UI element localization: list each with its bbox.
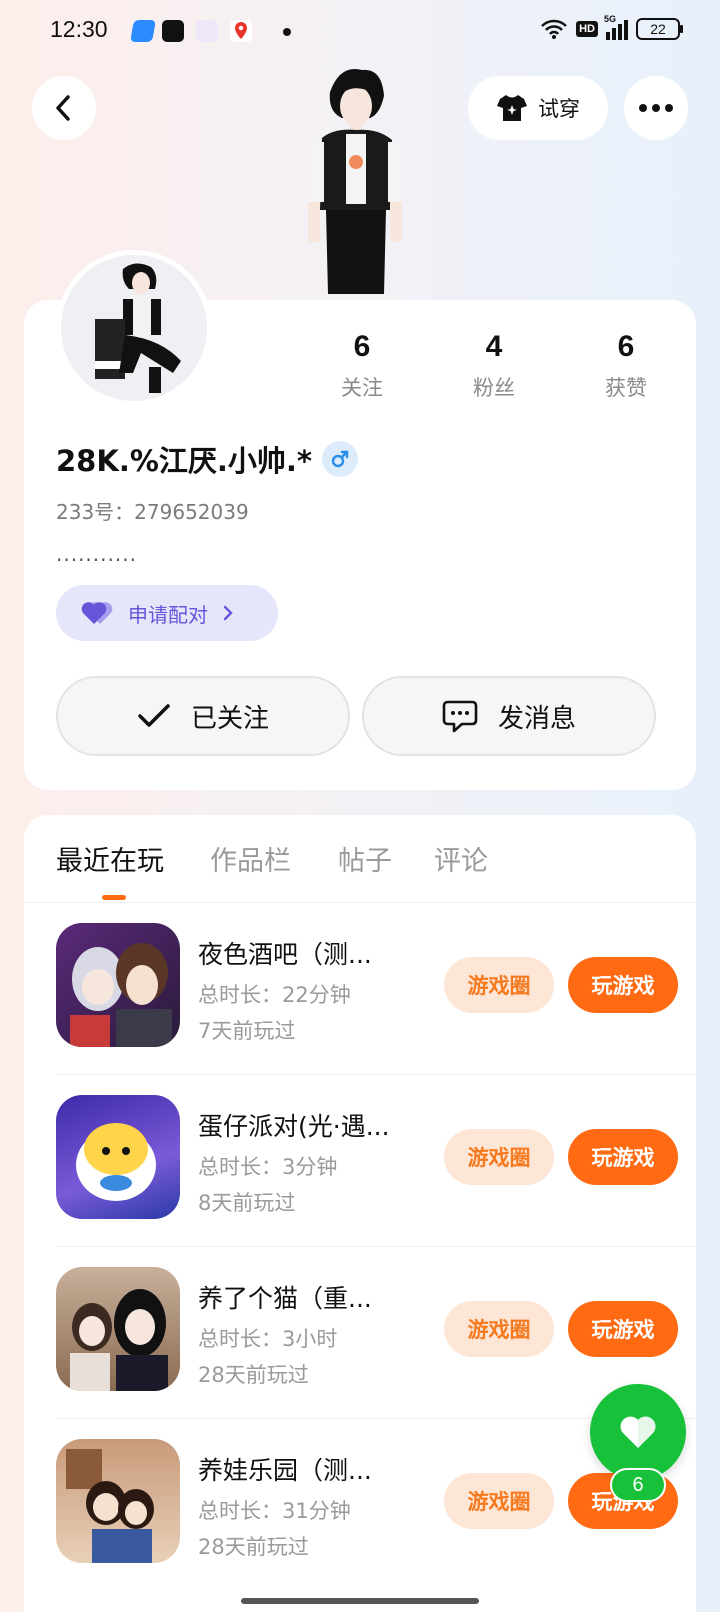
stat-value: 6 <box>353 330 371 363</box>
game-title: 蛋仔派对(光·遇... <box>198 1112 390 1141</box>
game-row[interactable]: 夜色酒吧（测... 总时长：22分钟 7天前玩过 游戏圈 玩游戏 <box>56 903 696 1075</box>
user-bio: ........... <box>56 542 137 566</box>
play-game-button[interactable]: 玩游戏 <box>568 1129 678 1185</box>
status-bar: 12:30 HD 5G 22 <box>0 0 720 64</box>
like-button[interactable] <box>590 1384 686 1480</box>
tab-works[interactable]: 作品栏 <box>210 839 291 878</box>
game-duration: 总时长：22分钟 <box>198 983 351 1007</box>
double-heart-icon <box>81 602 113 624</box>
stat-following[interactable]: 6 关注 <box>302 330 422 402</box>
game-title: 养娃乐园（测... <box>198 1456 372 1485</box>
user-nickname-row: 28K.%江厌.小帅.* <box>56 438 359 480</box>
user-avatar-image <box>61 255 207 401</box>
game-circle-button[interactable]: 游戏圈 <box>444 957 554 1013</box>
stat-value: 4 <box>485 330 503 363</box>
more-dot-icon <box>665 104 673 112</box>
like-count-badge: 6 <box>610 1468 666 1502</box>
game-icon-eggy-party[interactable] <box>56 1095 180 1219</box>
game-circle-button[interactable]: 游戏圈 <box>444 1129 554 1185</box>
game-title: 养了个猫（重... <box>198 1284 372 1313</box>
game-icon-raise-a-cat[interactable] <box>56 1267 180 1391</box>
send-message-label: 发消息 <box>497 703 576 734</box>
app-notification-icon <box>130 20 156 42</box>
game-row[interactable]: 蛋仔派对(光·遇... 总时长：3分钟 8天前玩过 游戏圈 玩游戏 <box>56 1075 696 1247</box>
game-icon-baby-park[interactable] <box>56 1439 180 1563</box>
stat-value: 6 <box>617 330 635 363</box>
status-time: 12:30 <box>50 16 108 42</box>
heart-icon <box>620 1416 656 1448</box>
followed-button[interactable]: 已关注 <box>56 676 350 756</box>
user-avatar[interactable] <box>56 250 212 406</box>
user-nickname: 28K.%江厌.小帅.* <box>56 444 313 478</box>
game-duration: 总时长：31分钟 <box>198 1499 351 1523</box>
map-notification-icon <box>230 20 252 42</box>
followed-label: 已关注 <box>190 703 269 734</box>
game-icon-night-bar[interactable] <box>56 923 180 1047</box>
try-on-label: 试穿 <box>538 97 580 121</box>
game-title: 夜色酒吧（测... <box>198 940 372 969</box>
play-game-button[interactable]: 玩游戏 <box>568 957 678 1013</box>
play-game-button[interactable]: 玩游戏 <box>568 1301 678 1357</box>
male-gender-icon <box>322 441 359 477</box>
game-circle-button[interactable]: 游戏圈 <box>444 1301 554 1357</box>
more-dot-icon <box>652 104 660 112</box>
wifi-icon <box>541 19 567 39</box>
stat-fans[interactable]: 4 粉丝 <box>434 330 554 402</box>
game-last-played: 7天前玩过 <box>198 1019 296 1043</box>
home-indicator[interactable] <box>241 1598 479 1604</box>
stat-label: 粉丝 <box>473 376 515 400</box>
game-duration: 总时长：3小时 <box>198 1327 338 1351</box>
apply-match-label: 申请配对 <box>128 602 208 627</box>
tab-comments[interactable]: 评论 <box>434 839 488 878</box>
game-last-played: 28天前玩过 <box>198 1535 309 1559</box>
chat-bubble-icon <box>442 700 478 733</box>
content-card: 最近在玩 作品栏 帖子 评论 夜色酒吧（测... 总时长：22分钟 7天前玩过 … <box>24 815 696 1612</box>
game-last-played: 28天前玩过 <box>198 1363 309 1387</box>
chevron-right-icon <box>223 605 233 621</box>
game-duration: 总时长：3分钟 <box>198 1155 338 1179</box>
apply-match-button[interactable]: 申请配对 <box>56 585 278 641</box>
stat-label: 获赞 <box>605 376 647 400</box>
character-avatar-image[interactable] <box>300 62 410 302</box>
send-message-button[interactable]: 发消息 <box>362 676 656 756</box>
game-row[interactable]: 养了个猫（重... 总时长：3小时 28天前玩过 游戏圈 玩游戏 <box>56 1247 696 1419</box>
checkmark-icon <box>138 704 170 727</box>
more-dot-icon <box>639 104 647 112</box>
tab-recently-played[interactable]: 最近在玩 <box>56 839 164 878</box>
stat-label: 关注 <box>341 376 383 400</box>
cloud-notification-icon <box>196 20 218 42</box>
tab-posts[interactable]: 帖子 <box>338 839 392 878</box>
shirt-sparkle-icon <box>497 95 527 121</box>
back-button[interactable] <box>32 76 96 140</box>
battery-indicator: 22 <box>636 18 683 40</box>
signal-icon: 5G <box>604 14 628 40</box>
game-last-played: 8天前玩过 <box>198 1191 296 1215</box>
hd-badge: HD <box>576 21 598 37</box>
game-circle-button[interactable]: 游戏圈 <box>444 1473 554 1529</box>
stat-likes[interactable]: 6 获赞 <box>566 330 686 402</box>
active-tab-indicator <box>102 895 126 900</box>
chevron-left-icon <box>56 95 70 121</box>
try-on-button[interactable]: 试穿 <box>468 76 608 140</box>
more-options-button[interactable] <box>624 76 688 140</box>
tab-bar: 最近在玩 作品栏 帖子 评论 <box>24 815 696 903</box>
user-id: 233号：279652039 <box>56 500 249 524</box>
tiktok-notification-icon <box>162 20 184 42</box>
more-notifications-dot <box>283 28 291 36</box>
